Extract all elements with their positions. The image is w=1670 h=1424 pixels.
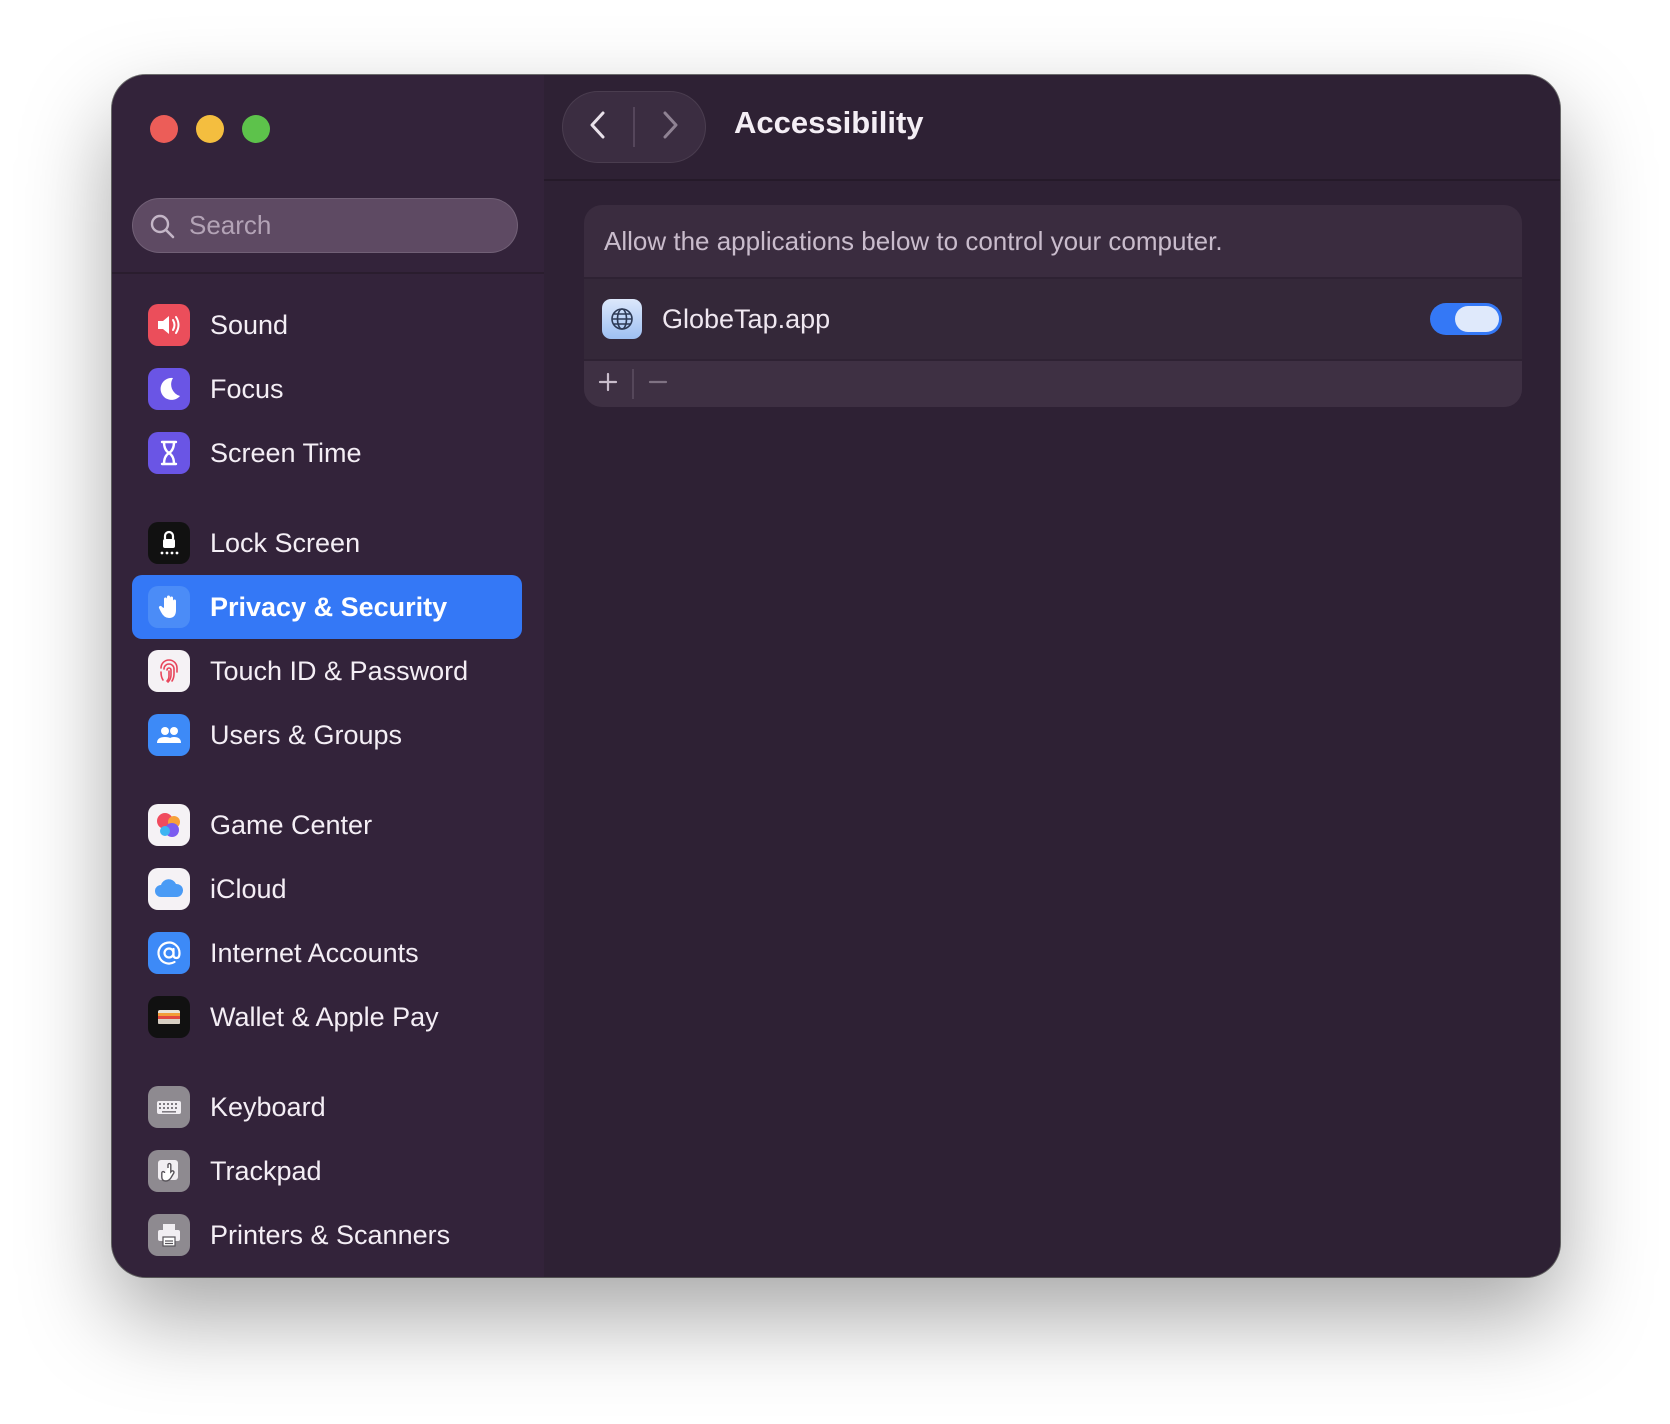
sidebar-item-touch-id[interactable]: Touch ID & Password <box>132 639 522 703</box>
sidebar-item-label: Printers & Scanners <box>210 1219 451 1250</box>
panel-description: Allow the applications below to control … <box>584 205 1522 279</box>
forward-button[interactable] <box>635 91 705 163</box>
sidebar-item-users-groups[interactable]: Users & Groups <box>132 703 522 767</box>
toolbar: Accessibility <box>544 75 1560 181</box>
close-button[interactable] <box>150 115 178 143</box>
zoom-button[interactable] <box>242 115 270 143</box>
moon-icon <box>148 368 190 410</box>
sidebar-item-label: Trackpad <box>210 1155 322 1186</box>
trackpad-icon <box>148 1150 190 1192</box>
sidebar-item-icloud[interactable]: iCloud <box>132 857 522 921</box>
app-toggle[interactable] <box>1430 303 1502 335</box>
add-button[interactable] <box>584 361 632 407</box>
sidebar: Sound Focus Screen Time <box>112 75 544 1277</box>
keyboard-icon <box>148 1086 190 1128</box>
settings-window: Sound Focus Screen Time <box>112 75 1560 1277</box>
sidebar-item-sound[interactable]: Sound <box>132 293 522 357</box>
game-center-icon <box>148 804 190 846</box>
at-icon <box>148 932 190 974</box>
plus-icon <box>597 371 619 398</box>
accessibility-apps-panel: Allow the applications below to control … <box>584 205 1522 407</box>
panel-footer <box>584 361 1522 407</box>
page-title: Accessibility <box>734 105 924 140</box>
search-icon <box>149 213 175 239</box>
users-icon <box>148 714 190 756</box>
app-row[interactable]: GlobeTap.app <box>584 279 1522 361</box>
app-name: GlobeTap.app <box>662 303 831 334</box>
cloud-icon <box>148 868 190 910</box>
sidebar-item-lock-screen[interactable]: Lock Screen <box>132 511 522 575</box>
main-pane: Accessibility Allow the applications bel… <box>544 75 1560 1277</box>
sidebar-item-privacy-security[interactable]: Privacy & Security <box>132 575 522 639</box>
sidebar-item-label: Lock Screen <box>210 527 361 558</box>
traffic-lights <box>150 115 288 143</box>
lock-icon <box>148 522 190 564</box>
sidebar-item-focus[interactable]: Focus <box>132 357 522 421</box>
sidebar-item-label: Game Center <box>210 809 373 840</box>
minus-icon <box>647 371 669 398</box>
sidebar-item-screen-time[interactable]: Screen Time <box>132 421 522 485</box>
sidebar-item-label: Screen Time <box>210 437 362 468</box>
sidebar-item-label: Internet Accounts <box>210 937 419 968</box>
sidebar-item-internet-accounts[interactable]: Internet Accounts <box>132 921 522 985</box>
sidebar-item-printers[interactable]: Printers & Scanners <box>132 1203 522 1267</box>
sidebar-item-label: Sound <box>210 309 289 340</box>
navigation-buttons <box>562 91 706 163</box>
sidebar-item-keyboard[interactable]: Keyboard <box>132 1075 522 1139</box>
printer-icon <box>148 1214 190 1256</box>
search-input[interactable] <box>187 209 491 242</box>
sidebar-item-label: Users & Groups <box>210 719 403 750</box>
sidebar-nav: Sound Focus Screen Time Lock Screen Priv… <box>132 293 522 1277</box>
sidebar-item-label: Privacy & Security <box>210 591 448 622</box>
wallet-icon <box>148 996 190 1038</box>
globe-icon <box>602 299 642 339</box>
sidebar-item-label: Touch ID & Password <box>210 655 469 686</box>
sidebar-item-trackpad[interactable]: Trackpad <box>132 1139 522 1203</box>
sidebar-item-label: Focus <box>210 373 284 404</box>
sidebar-item-label: iCloud <box>210 873 287 904</box>
fingerprint-icon <box>148 650 190 692</box>
sidebar-divider <box>112 272 544 274</box>
sidebar-group: Game Center iCloud Internet Accounts Wal… <box>132 793 522 1049</box>
search-field[interactable] <box>132 198 518 253</box>
sidebar-item-wallet[interactable]: Wallet & Apple Pay <box>132 985 522 1049</box>
hand-icon <box>148 586 190 628</box>
hourglass-icon <box>148 432 190 474</box>
chevron-left-icon <box>587 109 609 146</box>
sidebar-item-label: Wallet & Apple Pay <box>210 1001 439 1032</box>
sidebar-group: Lock Screen Privacy & Security Touch ID … <box>132 511 522 767</box>
sidebar-item-game-center[interactable]: Game Center <box>132 793 522 857</box>
toggle-knob <box>1455 306 1499 332</box>
back-button[interactable] <box>563 91 633 163</box>
sidebar-item-label: Keyboard <box>210 1091 326 1122</box>
remove-button[interactable] <box>634 361 682 407</box>
minimize-button[interactable] <box>196 115 224 143</box>
chevron-right-icon <box>659 109 681 146</box>
sidebar-group: Sound Focus Screen Time <box>132 293 522 485</box>
sidebar-group: Keyboard Trackpad Printers & Scanners <box>132 1075 522 1267</box>
speaker-icon <box>148 304 190 346</box>
